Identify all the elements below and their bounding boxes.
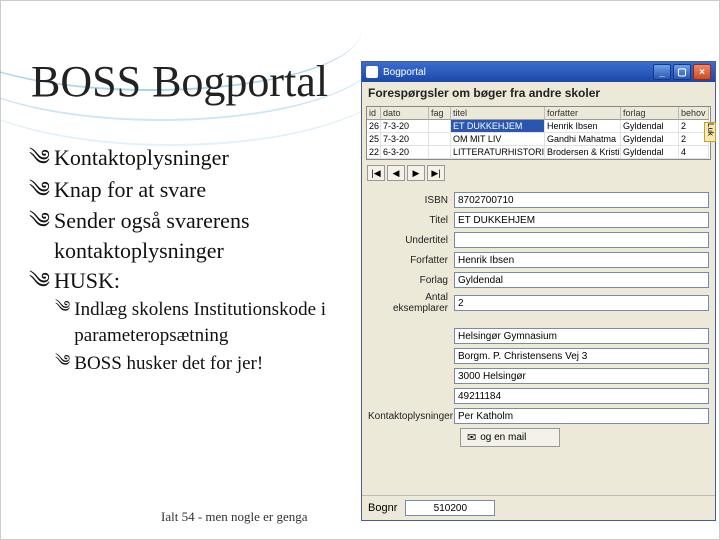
antal-field[interactable] <box>454 295 709 311</box>
cell <box>429 146 451 159</box>
bullet-4: HUSK: <box>54 266 120 296</box>
envelope-icon: ✉ <box>467 431 476 444</box>
bottom-bar: Bognr <box>362 495 715 520</box>
forfatter-label: Forfatter <box>368 255 454 266</box>
cell: Gyldendal <box>621 146 679 159</box>
col-behov[interactable]: behov <box>679 107 709 120</box>
forfatter-field[interactable] <box>454 252 709 268</box>
record-nav: |◀ ◀ ▶ ▶| <box>362 162 715 184</box>
subbullet-1: Indlæg skolens Institutionskode i parame… <box>74 297 359 348</box>
minimize-button[interactable]: _ <box>653 64 671 80</box>
subbullet-2: BOSS husker det for jer! <box>74 351 263 377</box>
bullet-icon: ༄ <box>55 297 70 348</box>
app-icon <box>366 66 378 78</box>
request-grid[interactable]: id dato fag titel forfatter forlag behov… <box>366 106 711 160</box>
cell: Gyldendal <box>621 133 679 146</box>
col-forfatter[interactable]: forfatter <box>545 107 621 120</box>
col-titel[interactable]: titel <box>451 107 545 120</box>
kontakt-label: Kontaktoplysninger <box>368 411 454 422</box>
undertitel-field[interactable] <box>454 232 709 248</box>
bullet-2: Knap for at svare <box>54 175 206 205</box>
antal-label: Antal eksemplarer <box>368 292 454 314</box>
cell: 25 <box>367 133 381 146</box>
cell: Brodersen & Kristiansen <box>545 146 621 159</box>
col-id[interactable]: id <box>367 107 381 120</box>
slide-footer: Ialt 54 - men nogle er genga <box>161 509 308 525</box>
nav-prev[interactable]: ◀ <box>387 165 405 181</box>
bullet-icon: ༄ <box>29 175 50 205</box>
cell: 7-3-20 <box>381 120 429 133</box>
titel-label: Titel <box>368 215 454 226</box>
isbn-label: ISBN <box>368 195 454 206</box>
close-button[interactable]: × <box>693 64 711 80</box>
cell: LITTERATURHISTORIE - NOTE <box>451 146 545 159</box>
mail-button-label: og en mail <box>480 432 526 443</box>
col-dato[interactable]: dato <box>381 107 429 120</box>
cell: Gyldendal <box>621 120 679 133</box>
nav-last[interactable]: ▶| <box>427 165 445 181</box>
send-mail-button[interactable]: ✉ og en mail <box>460 428 560 447</box>
slide-title: BOSS Bogportal <box>31 56 328 107</box>
bullet-icon: ༄ <box>29 266 50 296</box>
nav-first[interactable]: |◀ <box>367 165 385 181</box>
bullet-list: ༄Kontaktoplysninger ༄Knap for at svare ༄… <box>29 141 359 378</box>
col-forlag[interactable]: forlag <box>621 107 679 120</box>
cell: 4 <box>679 146 709 159</box>
cell: Henrik Ibsen <box>545 120 621 133</box>
forlag-label: Forlag <box>368 275 454 286</box>
kontakt-field[interactable] <box>454 408 709 424</box>
cell: OM MIT LIV <box>451 133 545 146</box>
titlebar[interactable]: Bogportal _ ▢ × <box>362 62 715 82</box>
cell: 22 <box>367 146 381 159</box>
panel-heading: Forespørgsler om bøger fra andre skoler <box>362 82 715 104</box>
cell <box>429 133 451 146</box>
app-window: Bogportal _ ▢ × Luk Forespørgsler om bøg… <box>361 61 716 521</box>
table-row[interactable]: 26 7-3-20 ET DUKKEHJEM Henrik Ibsen Gyld… <box>367 120 710 133</box>
undertitel-label: Undertitel <box>368 235 454 246</box>
maximize-button[interactable]: ▢ <box>673 64 691 80</box>
bullet-icon: ༄ <box>29 143 50 173</box>
titel-field[interactable] <box>454 212 709 228</box>
bullet-icon: ༄ <box>29 206 50 265</box>
forlag-field[interactable] <box>454 272 709 288</box>
bognr-field[interactable] <box>405 500 495 516</box>
detail-form: ISBN Titel Undertitel Forfatter Forlag A… <box>362 184 715 451</box>
telefon-field[interactable] <box>454 388 709 404</box>
isbn-field[interactable] <box>454 192 709 208</box>
col-fag[interactable]: fag <box>429 107 451 120</box>
table-row[interactable]: 25 7-3-20 OM MIT LIV Gandhi Mahatma Gyld… <box>367 133 710 146</box>
cell <box>429 120 451 133</box>
bullet-3: Sender også svarerens kontaktoplysninger <box>54 206 359 265</box>
adresse-field[interactable] <box>454 348 709 364</box>
bullet-icon: ༄ <box>55 351 70 377</box>
bullet-1: Kontaktoplysninger <box>54 143 229 173</box>
skole-field[interactable] <box>454 328 709 344</box>
bognr-label: Bognr <box>368 502 397 514</box>
cell: 26 <box>367 120 381 133</box>
postnr-field[interactable] <box>454 368 709 384</box>
cell: 7-3-20 <box>381 133 429 146</box>
table-row[interactable]: 22 6-3-20 LITTERATURHISTORIE - NOTE Brod… <box>367 146 710 159</box>
cell: ET DUKKEHJEM <box>451 120 545 133</box>
cell: Gandhi Mahatma <box>545 133 621 146</box>
side-tab[interactable]: Luk <box>704 122 716 142</box>
cell: 6-3-20 <box>381 146 429 159</box>
window-title: Bogportal <box>383 67 426 78</box>
nav-next[interactable]: ▶ <box>407 165 425 181</box>
